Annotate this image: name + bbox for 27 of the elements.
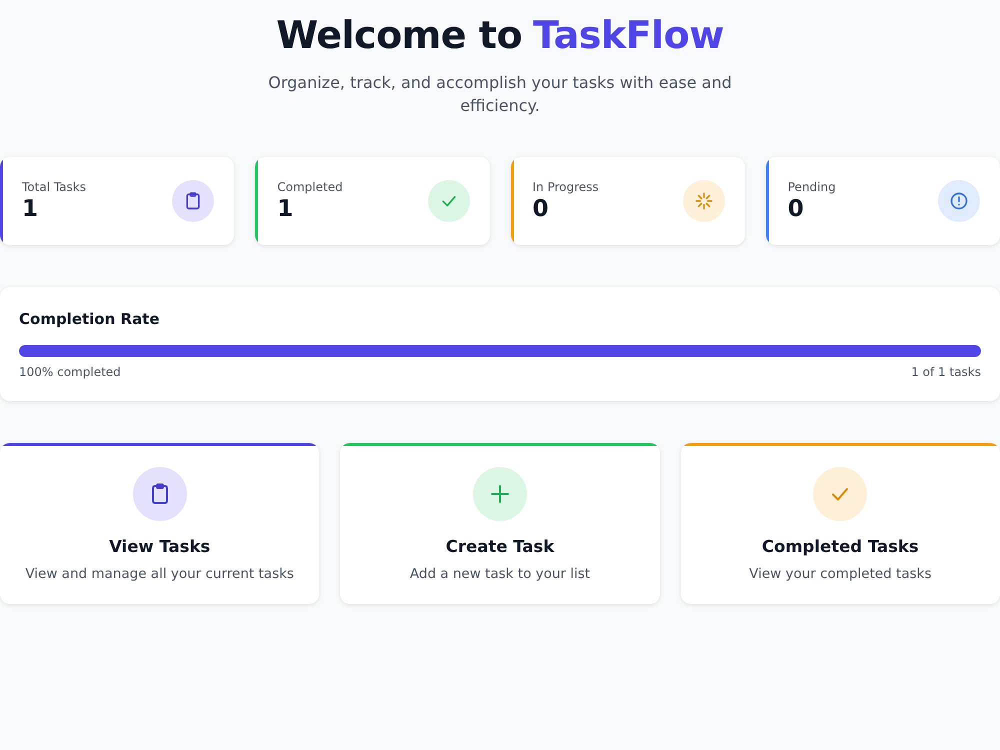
check-icon (428, 180, 470, 222)
alert-icon (938, 180, 980, 222)
stat-value: 0 (532, 194, 550, 222)
card-title: Create Task (446, 536, 554, 558)
stat-label: Pending (788, 180, 836, 194)
card-title: Completed Tasks (762, 536, 919, 558)
brand-name: TaskFlow (533, 12, 724, 58)
clipboard-icon (172, 180, 214, 222)
card-title: View Tasks (109, 536, 210, 558)
section-title: Completion Rate (19, 309, 161, 329)
spinner-icon (682, 180, 725, 222)
card-description: View your completed tasks (749, 565, 932, 583)
action-card[interactable]: Completed Tasks View your completed tasks (680, 443, 1000, 604)
stat-value: 0 (788, 194, 805, 222)
action-card[interactable]: View Tasks View and manage all your current tasks (0, 443, 320, 604)
page-subtitle: Organize, track, and accomplish your tasks with ease and efficiency. (267, 72, 733, 117)
stat-label: In Progress (532, 180, 599, 194)
stat-value: 1 (277, 194, 294, 222)
card-description: Add a new task to your list (410, 565, 590, 583)
task-count: 1 of 1 tasks (911, 365, 981, 379)
action-card[interactable]: Create Task Add a new task to your list (340, 443, 660, 604)
stat-label: Completed (277, 180, 343, 194)
stat-label: Total Tasks (22, 180, 86, 194)
card-description: View and manage all your current tasks (25, 565, 294, 583)
stat-value: 1 (22, 194, 40, 222)
progress-label: 100% completed (19, 365, 121, 379)
page-title: Welcome to (276, 12, 522, 58)
